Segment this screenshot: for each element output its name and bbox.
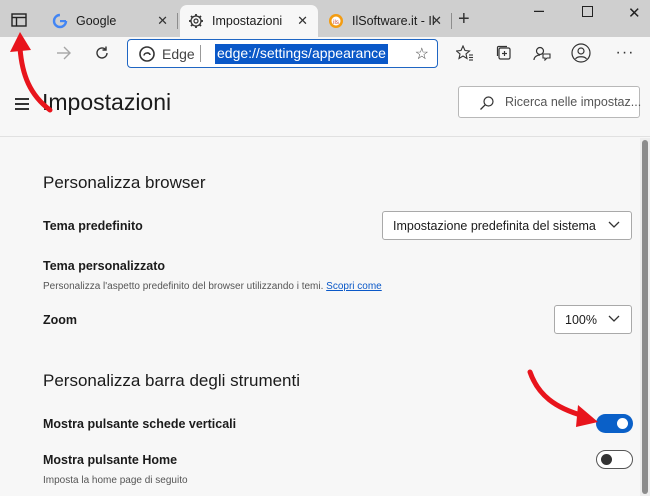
annotation-arrows [10,32,598,427]
annotation-arrow-top-left [10,32,53,113]
annotation-arrow-toggle [527,369,598,427]
